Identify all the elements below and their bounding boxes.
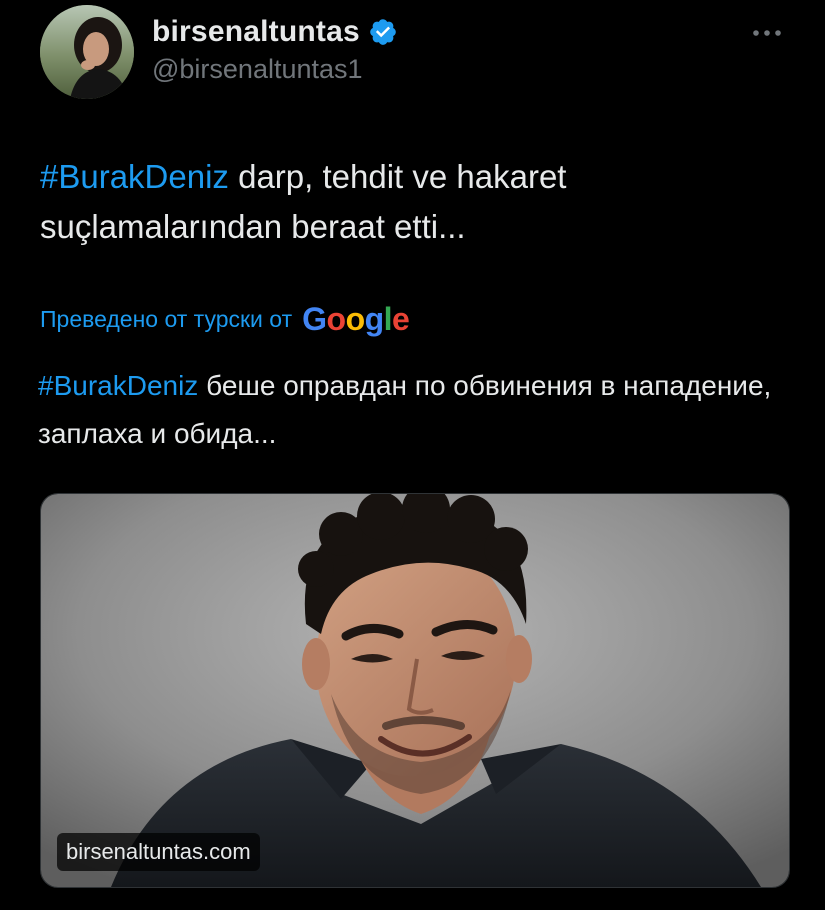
author-name-row: birsenaltuntas (152, 12, 398, 52)
avatar[interactable] (40, 5, 134, 99)
google-logo-letter: l (383, 301, 393, 337)
media-card[interactable]: birsenaltuntas.com (40, 493, 790, 888)
google-logo: Google (302, 301, 410, 337)
hashtag-link[interactable]: #BurakDeniz (40, 158, 229, 195)
google-logo-letter: o (345, 301, 366, 337)
verified-badge-icon (368, 17, 398, 47)
google-logo-letter: e (392, 301, 410, 337)
media-source-label: birsenaltuntas.com (57, 833, 260, 871)
tweet-text: #BurakDeniz darp, tehdit ve hakaret suçl… (40, 152, 780, 252)
google-logo-letter: g (364, 301, 385, 337)
author-display-name[interactable]: birsenaltuntas (152, 15, 360, 49)
more-options-button[interactable] (747, 18, 787, 48)
portrait-photo (41, 494, 789, 887)
google-logo-letter: G (302, 301, 327, 337)
translation-label: Преведено от турски от (40, 305, 293, 332)
author-handle[interactable]: @birsenaltuntas1 (152, 54, 363, 85)
translated-text: #BurakDeniz беше оправдан по обвинения в… (38, 362, 788, 458)
translated-hashtag-link[interactable]: #BurakDeniz (38, 370, 198, 401)
tweet: birsenaltuntas @birsenaltuntas1 #BurakDe… (0, 0, 825, 910)
avatar-image (40, 5, 134, 99)
google-logo-letter: o (326, 301, 347, 337)
translation-attribution[interactable]: Преведено от турски от Google (40, 298, 410, 340)
ellipsis-icon (753, 30, 781, 36)
